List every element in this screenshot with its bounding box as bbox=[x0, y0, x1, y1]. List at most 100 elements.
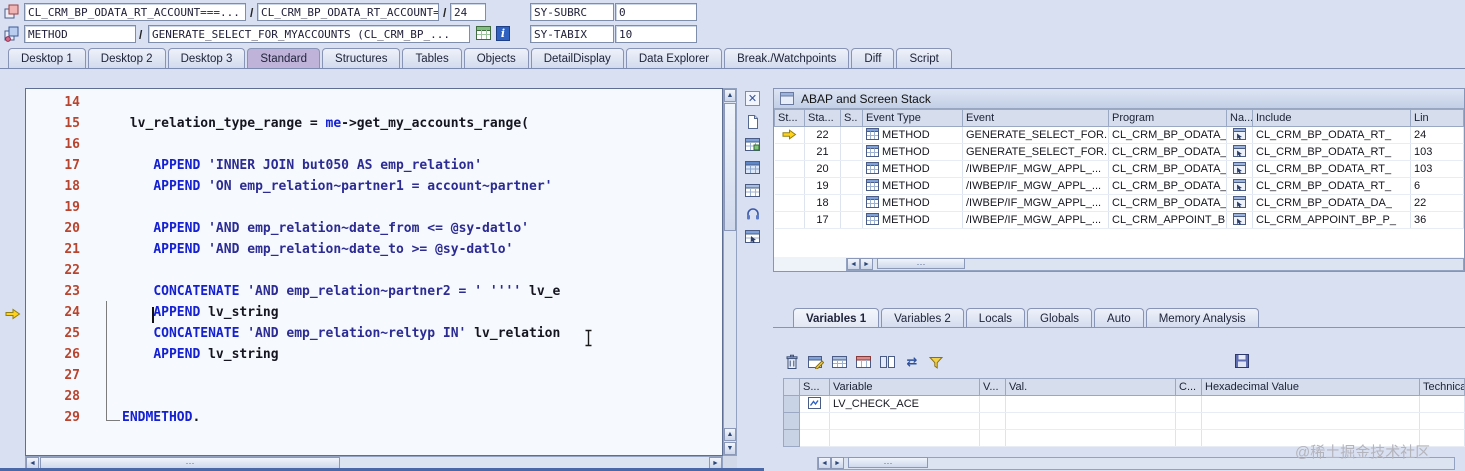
navigate-icon[interactable] bbox=[1233, 212, 1246, 228]
scroll-left-button[interactable]: ◄ bbox=[847, 258, 860, 270]
sy-tabix-value-field[interactable]: 10 bbox=[615, 25, 697, 43]
tab-variables-1[interactable]: Variables 1 bbox=[793, 308, 880, 328]
code-line-24[interactable]: 24 APPEND lv_string bbox=[26, 305, 722, 326]
navigate-icon[interactable] bbox=[1233, 144, 1246, 160]
tab-standard[interactable]: Standard bbox=[247, 48, 321, 68]
tab-globals[interactable]: Globals bbox=[1027, 308, 1093, 328]
stack-column-header[interactable]: Program bbox=[1108, 109, 1227, 127]
stack-column-header[interactable]: S.. bbox=[840, 109, 863, 127]
variables-column-header[interactable]: Hexadecimal Value bbox=[1201, 378, 1420, 396]
variable-value-cell[interactable] bbox=[1005, 395, 1176, 413]
variable-name-cell[interactable]: LV_CHECK_ACE bbox=[829, 395, 980, 413]
variables-column-header[interactable]: Val. bbox=[1005, 378, 1176, 396]
code-line-17[interactable]: 17 APPEND 'INNER JOIN but050 AS emp_rela… bbox=[26, 158, 722, 179]
stack-navigate-cell[interactable] bbox=[1226, 143, 1253, 161]
abap-code-editor[interactable]: 14 15 lv_relation_type_range = me->get_my… bbox=[25, 88, 723, 456]
variable-name-cell[interactable] bbox=[829, 412, 980, 430]
navigate-icon[interactable] bbox=[1233, 195, 1246, 211]
table-navigate-icon[interactable] bbox=[744, 228, 761, 245]
variable-row[interactable] bbox=[783, 412, 1465, 430]
tab-break-watchpoints[interactable]: Break./Watchpoints bbox=[724, 48, 850, 68]
edit-variable-icon[interactable] bbox=[807, 353, 825, 371]
table-icon[interactable] bbox=[744, 182, 761, 199]
info-icon[interactable]: i bbox=[496, 26, 512, 42]
columns-icon[interactable] bbox=[879, 353, 897, 371]
code-line-14[interactable]: 14 bbox=[26, 95, 722, 116]
tab-memory-analysis[interactable]: Memory Analysis bbox=[1145, 308, 1259, 328]
sy-subrc-value-field[interactable]: 0 bbox=[615, 3, 697, 21]
tab-desktop-3[interactable]: Desktop 3 bbox=[167, 48, 246, 68]
variables-column-header[interactable]: S... bbox=[799, 378, 830, 396]
row-selector-cell[interactable] bbox=[783, 429, 800, 447]
stack-row[interactable]: 19 METHOD/IWBEP/IF_MGW_APPL_... CL_CRM_BP_… bbox=[774, 177, 1464, 195]
code-line-25[interactable]: 25 CONCATENATE 'AND emp_relation~reltyp … bbox=[26, 326, 722, 347]
tab-objects[interactable]: Objects bbox=[463, 48, 529, 68]
tab-structures[interactable]: Structures bbox=[322, 48, 401, 68]
stack-navigate-cell[interactable] bbox=[1226, 194, 1253, 212]
sy-tabix-label-field[interactable]: SY-TABIX bbox=[530, 25, 614, 43]
stack-navigate-cell[interactable] bbox=[1226, 177, 1253, 195]
stack-column-header[interactable]: Event bbox=[962, 109, 1109, 127]
tab-auto[interactable]: Auto bbox=[1094, 308, 1144, 328]
stack-row[interactable]: 17 METHOD/IWBEP/IF_MGW_APPL_... CL_CRM_APP… bbox=[774, 211, 1464, 229]
table-blue-icon[interactable] bbox=[744, 159, 761, 176]
variable-row[interactable]: LV_CHECK_ACE bbox=[783, 395, 1465, 413]
code-line-18[interactable]: 18 APPEND 'ON emp_relation~partner1 = ac… bbox=[26, 179, 722, 200]
tab-variables-2[interactable]: Variables 2 bbox=[881, 308, 964, 328]
swap-icon[interactable]: ⇄ bbox=[903, 353, 921, 371]
scroll-up-button[interactable]: ▲ bbox=[724, 89, 736, 102]
scroll-left-button[interactable]: ◄ bbox=[818, 457, 831, 469]
display-table-icon[interactable] bbox=[476, 26, 492, 42]
scroll-down-button[interactable]: ▼ bbox=[724, 442, 736, 455]
row-selector-cell[interactable] bbox=[783, 412, 800, 430]
variables-column-header[interactable]: C... bbox=[1175, 378, 1202, 396]
code-line-26[interactable]: 26 APPEND lv_string bbox=[26, 347, 722, 368]
tab-script[interactable]: Script bbox=[896, 48, 952, 68]
variables-column-header[interactable]: Variable bbox=[829, 378, 980, 396]
stack-row[interactable]: 21 METHOD GENERATE_SELECT_FOR... CL_CRM_BP_… bbox=[774, 143, 1464, 161]
code-line-16[interactable]: 16 bbox=[26, 137, 722, 158]
headset-icon[interactable] bbox=[744, 205, 761, 222]
stack-horizontal-scrollbar[interactable]: ◄ ► ⋯ bbox=[846, 258, 1464, 271]
stack-navigate-cell[interactable] bbox=[1226, 160, 1253, 178]
variable-name-cell[interactable] bbox=[829, 429, 980, 447]
stack-navigate-cell[interactable] bbox=[1226, 211, 1253, 229]
stack-column-header[interactable]: Sta... bbox=[804, 109, 841, 127]
code-line-21[interactable]: 21 APPEND 'AND emp_relation~date_to >= @… bbox=[26, 242, 722, 263]
stack-column-header[interactable]: Lin bbox=[1410, 109, 1464, 127]
scroll-right-button[interactable]: ► bbox=[831, 457, 844, 469]
editor-vscroll-thumb[interactable] bbox=[724, 103, 736, 231]
stack-row[interactable]: 20 METHOD/IWBEP/IF_MGW_APPL_... CL_CRM_BP_… bbox=[774, 160, 1464, 178]
code-line-19[interactable]: 19 bbox=[26, 200, 722, 221]
tab-locals[interactable]: Locals bbox=[965, 308, 1026, 328]
table-insert-icon[interactable] bbox=[744, 136, 761, 153]
scroll-right-button[interactable]: ► bbox=[860, 258, 873, 270]
variables-column-header[interactable]: Technical Type bbox=[1419, 378, 1465, 396]
line-number-field[interactable]: 24 bbox=[450, 3, 486, 21]
variable-value-cell[interactable] bbox=[1005, 429, 1176, 447]
table-view-icon[interactable] bbox=[831, 353, 849, 371]
stack-column-header[interactable]: St... bbox=[774, 109, 805, 127]
navigate-icon[interactable] bbox=[1233, 178, 1246, 194]
main-program-field[interactable]: CL_CRM_BP_ODATA_RT_ACCOUNT===... bbox=[24, 3, 246, 21]
stack-column-header[interactable]: Na... bbox=[1226, 109, 1253, 127]
stack-column-header[interactable]: Event Type bbox=[862, 109, 963, 127]
code-line-20[interactable]: 20 APPEND 'AND emp_relation~date_from <=… bbox=[26, 221, 722, 242]
stack-column-header[interactable]: Include bbox=[1252, 109, 1411, 127]
tab-desktop-2[interactable]: Desktop 2 bbox=[87, 48, 166, 68]
stack-row[interactable]: 22 METHOD GENERATE_SELECT_FOR... CL_CRM_BP_… bbox=[774, 126, 1464, 144]
code-line-15[interactable]: 15 lv_relation_type_range = me->get_my_a… bbox=[26, 116, 722, 137]
event-type-field[interactable]: METHOD bbox=[24, 25, 136, 43]
code-line-22[interactable]: 22 bbox=[26, 263, 722, 284]
stack-navigate-cell[interactable] bbox=[1226, 126, 1253, 144]
delete-variable-icon[interactable] bbox=[783, 353, 801, 371]
variables-hscroll-thumb[interactable]: ⋯ bbox=[848, 457, 928, 468]
tab-detaildisplay[interactable]: DetailDisplay bbox=[530, 48, 624, 68]
code-line-29[interactable]: 29 ENDMETHOD. bbox=[26, 410, 722, 431]
navigate-icon[interactable] bbox=[1233, 161, 1246, 177]
row-selector-cell[interactable] bbox=[783, 395, 800, 413]
editor-vertical-scrollbar[interactable]: ▲ ▲ ▼ bbox=[723, 88, 737, 456]
sy-subrc-label-field[interactable]: SY-SUBRC bbox=[530, 3, 614, 21]
filter-icon[interactable] bbox=[927, 353, 945, 371]
variables-column-header[interactable]: V... bbox=[979, 378, 1006, 396]
